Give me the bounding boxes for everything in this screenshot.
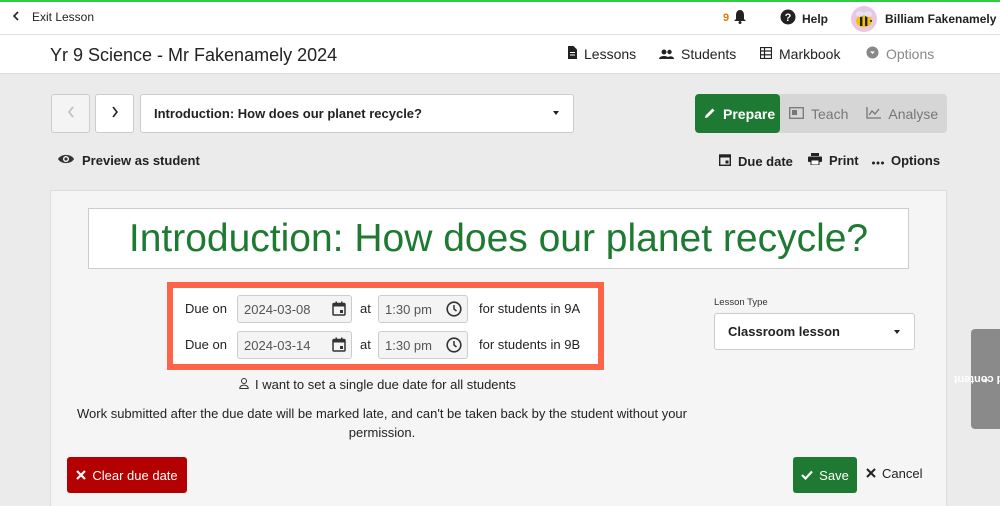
nav-options[interactable]: Options: [866, 46, 934, 62]
svg-text:?: ?: [785, 12, 792, 24]
check-icon: [801, 468, 813, 483]
due-time-input[interactable]: 1:30 pm: [378, 331, 468, 359]
clear-due-date-button[interactable]: Clear due date: [67, 457, 187, 493]
exit-lesson-label: Exit Lesson: [32, 10, 95, 24]
next-lesson-button[interactable]: [95, 94, 134, 133]
eye-icon: [57, 153, 75, 168]
due-on-label: Due on: [185, 337, 227, 352]
calendar-icon: [332, 337, 346, 355]
tab-analyse[interactable]: Analyse: [857, 94, 947, 133]
close-icon: [76, 468, 87, 483]
help-label: Help: [802, 11, 829, 26]
clock-icon: [446, 337, 462, 356]
add-content-text: Add content: [953, 373, 1000, 385]
class-bar: Yr 9 Science - Mr Fakenamely 2024 Lesson…: [0, 35, 1000, 74]
single-due-date-toggle[interactable]: I want to set a single due date for all …: [239, 377, 516, 392]
single-due-date-label: I want to set a single due date for all …: [255, 377, 516, 392]
lesson-type-select[interactable]: Classroom lesson: [714, 313, 915, 350]
due-date-input[interactable]: 2024-03-14: [237, 331, 352, 359]
clear-due-date-label: Clear due date: [92, 467, 178, 483]
chevron-right-icon: [111, 105, 119, 123]
due-dates-panel: Due on 2024-03-08 at 1:30 pm for student…: [167, 282, 604, 370]
exit-lesson-link[interactable]: Exit Lesson: [12, 10, 94, 24]
chevron-down-circle-icon: [866, 46, 879, 62]
nav-students-label: Students: [681, 46, 737, 62]
time-value: 1:30 pm: [385, 301, 432, 317]
tab-teach-label: Teach: [811, 105, 849, 122]
chevron-left-icon: [67, 105, 75, 123]
line-chart-icon: [866, 106, 882, 122]
lesson-select-value: Introduction: How does our planet recycl…: [154, 106, 422, 121]
bell-icon: [733, 9, 747, 27]
nav-students[interactable]: Students: [659, 46, 736, 62]
preview-as-student-button[interactable]: Preview as student: [57, 153, 200, 168]
help-button[interactable]: ? Help: [780, 9, 828, 28]
tab-prepare[interactable]: Prepare: [695, 94, 780, 133]
tab-analyse-label: Analyse: [888, 105, 939, 122]
prev-lesson-button[interactable]: [51, 94, 90, 133]
help-icon: ?: [780, 9, 796, 28]
save-label: Save: [819, 467, 849, 483]
nav-lessons-label: Lessons: [584, 46, 637, 62]
date-value: 2024-03-14: [244, 337, 311, 353]
add-content-tab[interactable]: + Add content: [953, 329, 1000, 429]
cancel-label: Cancel: [882, 466, 923, 481]
options-button[interactable]: Options: [872, 153, 940, 168]
lesson-title: Introduction: How does our planet recycl…: [88, 208, 909, 269]
students-label: for students in 9B: [479, 337, 581, 352]
save-button[interactable]: Save: [793, 457, 857, 493]
user-menu[interactable]: Billiam Fakenamely: [851, 6, 996, 32]
chevron-left-icon: [12, 10, 20, 24]
user-name: Billiam Fakenamely: [885, 12, 997, 26]
lesson-select[interactable]: Introduction: How does our planet recycl…: [140, 94, 574, 133]
due-date-button[interactable]: Due date: [718, 153, 793, 169]
print-label: Print: [829, 153, 859, 168]
lesson-type-value: Classroom lesson: [728, 324, 840, 339]
late-work-note: Work submitted after the due date will b…: [77, 406, 687, 440]
due-date-input[interactable]: 2024-03-08: [237, 295, 352, 323]
presentation-icon: [789, 106, 804, 122]
notification-count: 9: [723, 12, 730, 24]
nav-lessons[interactable]: Lessons: [567, 46, 636, 62]
more-dots-icon: [872, 153, 884, 168]
person-icon: [239, 377, 249, 392]
calendar-icon: [718, 153, 732, 169]
at-label: at: [360, 337, 371, 352]
print-button[interactable]: Print: [808, 153, 859, 168]
preview-label: Preview as student: [82, 153, 200, 168]
people-icon: [659, 46, 674, 62]
time-value: 1:30 pm: [385, 337, 432, 353]
tab-teach[interactable]: Teach: [780, 94, 857, 133]
clock-icon: [446, 301, 462, 320]
date-value: 2024-03-08: [244, 301, 311, 317]
class-title: Yr 9 Science - Mr Fakenamely 2024: [50, 45, 338, 65]
caret-down-icon: [553, 111, 559, 115]
document-icon: [567, 46, 577, 62]
top-bar: Exit Lesson 9 ? Help Billiam Fakenamely: [0, 0, 1000, 35]
due-on-label: Due on: [185, 301, 227, 316]
table-icon: [759, 46, 773, 62]
due-time-input[interactable]: 1:30 pm: [378, 295, 468, 323]
lesson-type-label: Lesson Type: [714, 297, 768, 308]
calendar-icon: [332, 301, 346, 319]
nav-options-label: Options: [886, 46, 935, 62]
nav-markbook[interactable]: Markbook: [759, 46, 841, 62]
mode-switcher: Prepare Teach Analyse: [695, 94, 947, 133]
nav-markbook-label: Markbook: [779, 46, 841, 62]
students-label: for students in 9A: [479, 301, 581, 316]
at-label: at: [360, 301, 371, 316]
printer-icon: [808, 153, 822, 168]
close-icon: [866, 466, 876, 481]
caret-down-icon: [894, 330, 900, 334]
avatar: [851, 6, 877, 32]
cancel-button[interactable]: Cancel: [866, 466, 922, 481]
due-date-label: Due date: [738, 153, 793, 169]
tab-prepare-label: Prepare: [723, 105, 776, 122]
notifications-button[interactable]: 9: [723, 9, 747, 27]
pencil-icon: [704, 106, 716, 122]
options-label: Options: [891, 153, 941, 168]
